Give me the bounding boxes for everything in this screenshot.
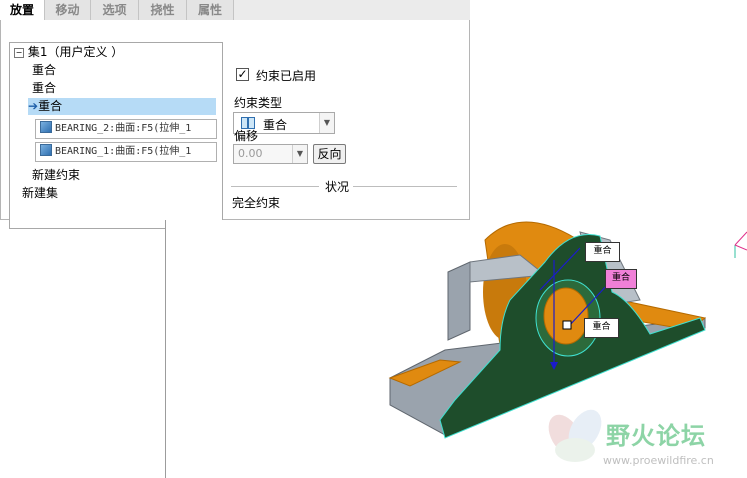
model-viewport[interactable]: 重合 重合 重合 野火论坛 www.proewildfire.cn — [166, 220, 747, 478]
reference-label: BEARING_1:曲面:F5(拉伸_1 — [55, 146, 192, 157]
status-divider-right — [353, 186, 457, 187]
surface-icon — [40, 144, 52, 156]
placement-panel: − 集1（用户定义 ） 重合 重合 ➔重合 BEARING_2:曲面:F5(拉伸… — [0, 20, 470, 229]
chevron-down-icon[interactable]: ▼ — [292, 145, 307, 163]
reference-label: BEARING_2:曲面:F5(拉伸_1 — [55, 123, 192, 134]
offset-input[interactable]: 0.00 ▼ — [233, 144, 308, 164]
watermark-name: 野火论坛 — [606, 422, 706, 450]
tree-item-constraint[interactable]: 重合 — [32, 62, 56, 79]
status-header: 状况 — [325, 180, 350, 194]
reference-item[interactable]: BEARING_1:曲面:F5(拉伸_1 — [35, 142, 217, 162]
new-set-link[interactable]: 新建集 — [22, 185, 58, 202]
watermark-url: www.proewildfire.cn — [603, 454, 714, 467]
watermark-logo — [548, 409, 602, 462]
constraint-enabled-label: 约束已启用 — [256, 69, 317, 83]
tree-set-row[interactable]: − 集1（用户定义 ） — [14, 44, 123, 61]
surface-icon — [40, 121, 52, 133]
set-label: 集1（用户定义 ） — [27, 45, 124, 59]
flip-button[interactable]: 反向 — [313, 144, 346, 164]
selected-constraint-label: 重合 — [38, 99, 63, 113]
constraint-tag-active[interactable]: 重合 — [605, 269, 637, 289]
tab-options[interactable]: 选项 — [91, 0, 139, 20]
dashboard-tab-bar: 放置 移动 选项 挠性 属性 — [0, 0, 470, 21]
constraint-enabled-checkbox[interactable]: ✓ — [236, 68, 249, 81]
tab-flexibility[interactable]: 挠性 — [139, 0, 187, 20]
constraint-tag[interactable]: 重合 — [585, 242, 620, 262]
offset-value: 0.00 — [238, 147, 263, 160]
tab-placement[interactable]: 放置 — [0, 0, 45, 21]
offset-label: 偏移 — [234, 129, 259, 143]
tree-item-constraint-selected[interactable]: ➔重合 — [28, 98, 216, 115]
reference-item[interactable]: BEARING_2:曲面:F5(拉伸_1 — [35, 119, 217, 139]
chevron-down-icon[interactable]: ▼ — [319, 113, 334, 133]
status-divider-left — [231, 186, 319, 187]
constraint-type-label: 约束类型 — [234, 96, 283, 110]
new-constraint-link[interactable]: 新建约束 — [32, 167, 80, 184]
tree-item-constraint[interactable]: 重合 — [32, 80, 56, 97]
constraint-type-value: 重合 — [263, 118, 288, 132]
collapse-toggle-icon[interactable]: − — [14, 48, 24, 58]
tab-properties[interactable]: 属性 — [187, 0, 234, 20]
constraint-tree[interactable]: − 集1（用户定义 ） 重合 重合 ➔重合 BEARING_2:曲面:F5(拉伸… — [9, 42, 223, 229]
tab-move[interactable]: 移动 — [45, 0, 91, 20]
constraint-tag[interactable]: 重合 — [584, 318, 619, 338]
status-value: 完全约束 — [232, 196, 281, 210]
arrow-right-icon: ➔ — [28, 99, 39, 113]
